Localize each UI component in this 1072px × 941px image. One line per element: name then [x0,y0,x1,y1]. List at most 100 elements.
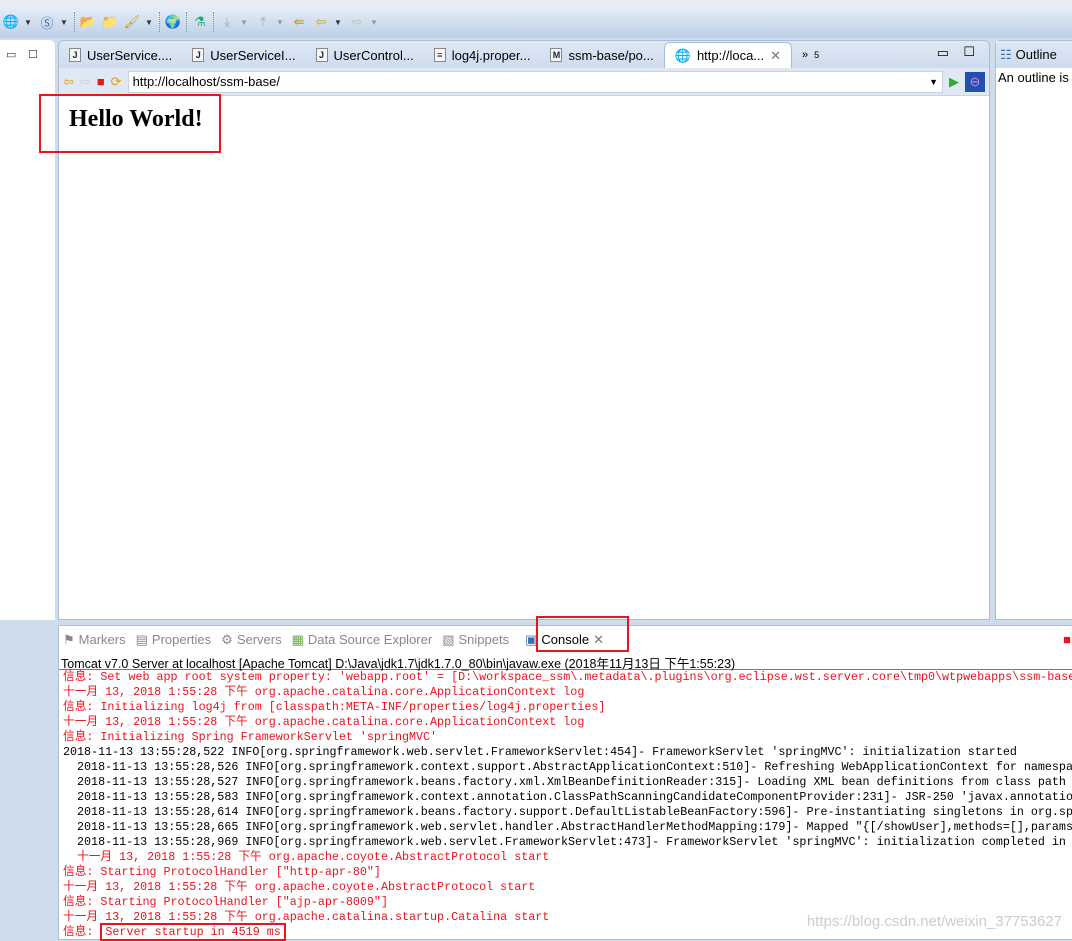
editor-tab[interactable]: ≡ log4j.proper... [424,42,541,68]
tab-snippets[interactable]: ▧ Snippets [442,632,509,648]
console-line: 2018-11-13 13:55:28,969 INFO[org.springf… [63,835,1072,849]
browser-content: Hello World! [59,96,989,616]
editor-tab[interactable]: J UserServiceI... [182,42,305,68]
maximize-icon[interactable]: ☐ [963,44,975,60]
tab-label: http://loca... [696,48,765,63]
java-file-icon: J [315,48,328,62]
separator [159,12,160,32]
console-output: 信息: Set web app root system property: 'w… [59,670,1072,925]
next-annotation-icon[interactable]: ⤓ [218,13,236,31]
server-startup-line: Server startup in 4519 ms [100,923,286,941]
console-line: 信息: Initializing log4j from [classpath:M… [63,700,606,714]
terminate-icon[interactable]: ■ [1063,632,1071,647]
console-panel: ⚑ Markers ▤ Properties ⚙ Servers ▦ Data Sour… [58,625,1072,941]
properties-icon: ▤ [135,631,148,647]
overflow-count: 5 [814,50,820,60]
stop-icon[interactable]: ■ [97,74,105,89]
editor-tab[interactable]: J UserService.... [59,42,182,68]
web-browser-icon[interactable]: 🌍 [164,13,182,31]
highlight-box [39,94,221,153]
console-line: 2018-11-13 13:55:28,665 INFO[org.springf… [63,820,1072,834]
dropdown-icon[interactable]: ▼ [24,18,34,27]
console-line: 2018-11-13 13:55:28,527 INFO[org.springf… [63,775,1066,789]
tab-label: Snippets [458,632,510,647]
java-file-icon: J [192,48,205,62]
minimize-icon[interactable]: ▭ [6,48,16,61]
prev-annotation-icon[interactable]: ⤒ [254,13,272,31]
open-folder-icon[interactable]: 📁 [101,13,119,31]
back-icon[interactable]: ⇦ [63,74,74,90]
last-edit-icon[interactable]: ⇚ [290,13,308,31]
data-source-icon: ▦ [291,631,304,647]
watermark: https://blog.csdn.net/weixin_37753627 [806,913,1062,930]
tab-label: UserService.... [87,47,173,63]
dropdown-icon[interactable]: ▼ [145,18,155,27]
refresh-icon[interactable]: ⟳ [111,74,122,90]
separator [74,12,75,32]
chevron-double-right-icon: » [802,49,809,61]
url-input[interactable]: http://localhost/ssm-base/ ▼ [127,70,943,93]
highlight-box [536,616,629,652]
open-type-icon[interactable]: 📂 [79,13,97,31]
new-spring-icon[interactable]: Ⓢ [38,13,56,31]
eclipse-icon[interactable]: ⊖ [965,71,985,92]
tab-label: ssm-base/po... [568,47,654,63]
tab-label: Data Source Explorer [307,632,433,647]
console-line: 十一月 13, 2018 1:55:28 下午 org.apache.catal… [63,685,585,699]
outline-panel: ☷ Outline An outline is [995,40,1072,620]
run-icon[interactable]: ⚗ [191,13,209,31]
console-line: 2018-11-13 13:55:28,614 INFO[org.springf… [63,805,1072,819]
dropdown-icon[interactable]: ▼ [929,77,942,87]
tab-overflow[interactable]: » 5 [792,42,829,68]
servers-icon: ⚙ [221,631,233,647]
outline-icon: ☷ [1000,46,1012,62]
console-line: 信息: Starting ProtocolHandler ["ajp-apr-8… [63,895,388,909]
editor-tab[interactable]: J UserControl... [306,42,424,68]
outline-message: An outline is [998,70,1069,85]
dropdown-icon[interactable]: ▼ [60,18,70,27]
tab-properties[interactable]: ▤ Properties [136,632,212,648]
dropdown-icon[interactable]: ▼ [276,18,286,27]
console-line: 2018-11-13 13:55:28,522 INFO[org.springf… [63,745,1017,759]
console-line: 信息: Starting ProtocolHandler ["http-apr-… [63,865,381,879]
tab-servers[interactable]: ⚙ Servers [221,632,281,648]
maven-pom-icon: M [550,48,563,62]
markers-icon: ⚑ [63,631,75,647]
back-icon[interactable]: ⇦ [312,13,330,31]
log-prefix: 信息: [63,925,101,939]
globe-icon: 🌐 [674,47,691,63]
forward-icon[interactable]: ⇨ [80,74,91,90]
editor-tab[interactable]: Mssm-base/po... [540,42,663,68]
brush-icon[interactable]: 🖌 [123,13,141,31]
minimize-icon[interactable]: ▭ [937,45,949,61]
tab-label: UserControl... [333,47,414,63]
close-icon[interactable]: ✕ [770,48,781,64]
separator [186,12,187,32]
separator [213,12,214,32]
main-toolbar: 🌐 ▼ Ⓢ ▼ 📂 📁 🖌 ▼ 🌍 ⚗ ⤓ ▼ ⤒ ▼ ⇚ ⇦ ▼ ⇨ ▼ [0,0,1072,38]
maximize-icon[interactable]: ☐ [28,48,38,61]
dropdown-icon[interactable]: ▼ [334,18,344,27]
tab-label: Servers [236,632,282,647]
tab-label: Properties [151,632,212,647]
console-line: 信息: Initializing Spring FrameworkServlet… [63,730,438,744]
java-file-icon: J [69,48,81,62]
new-server-icon[interactable]: 🌐 [2,13,20,31]
console-header: Tomcat v7.0 Server at localhost [Apache … [59,653,1072,671]
editor-tab-browser[interactable]: 🌐 http://loca... ✕ [663,42,793,68]
browser-toolbar: ⇦ ⇨ ■ ⟳ http://localhost/ssm-base/ ▼ ▶ ⊖ [59,68,989,96]
tab-label: Markers [78,632,126,647]
console-line: 十一月 13, 2018 1:55:28 下午 org.apache.catal… [63,715,585,729]
forward-icon[interactable]: ⇨ [348,13,366,31]
snippets-icon: ▧ [442,631,455,647]
url-text: http://localhost/ssm-base/ [132,74,280,89]
properties-file-icon: ≡ [433,48,446,62]
tab-markers[interactable]: ⚑ Markers [63,632,126,648]
dropdown-icon[interactable]: ▼ [370,18,380,27]
outline-tab[interactable]: ☷ Outline [996,41,1072,68]
console-line: 十一月 13, 2018 1:55:28 下午 org.apache.coyot… [63,850,550,864]
console-line: 信息: Set web app root system property: 'w… [63,670,1072,684]
tab-data-source-explorer[interactable]: ▦ Data Source Explorer [292,632,433,648]
dropdown-icon[interactable]: ▼ [240,18,250,27]
go-icon[interactable]: ▶ [949,74,959,90]
